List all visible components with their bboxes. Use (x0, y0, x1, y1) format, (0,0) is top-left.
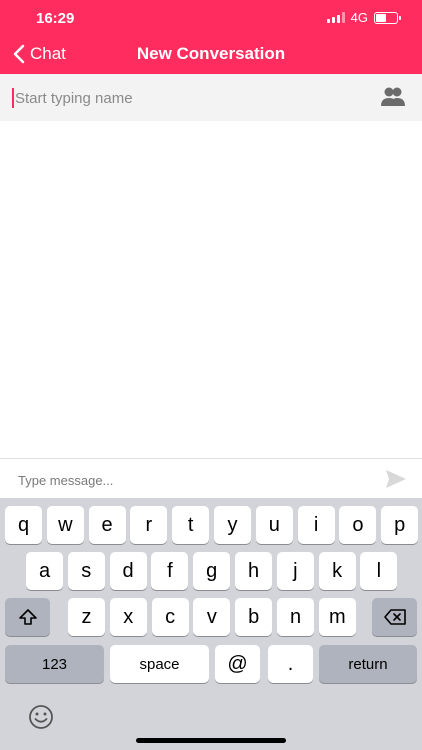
key-t[interactable]: t (172, 506, 210, 544)
key-l[interactable]: l (360, 552, 398, 590)
key-i[interactable]: i (297, 506, 335, 544)
key-y[interactable]: y (214, 506, 251, 544)
return-key[interactable]: return (319, 645, 417, 683)
key-g[interactable]: g (193, 552, 231, 590)
network-label: 4G (350, 10, 368, 25)
key-w[interactable]: w (46, 506, 84, 544)
key-r[interactable]: r (130, 506, 168, 544)
key-u[interactable]: u (255, 506, 293, 544)
key-m[interactable]: m (318, 598, 356, 636)
message-bar (0, 458, 422, 499)
key-a[interactable]: a (26, 552, 63, 590)
key-h[interactable]: h (235, 552, 272, 590)
backspace-icon (383, 609, 406, 625)
key-v[interactable]: v (193, 598, 231, 636)
status-time: 16:29 (36, 10, 75, 27)
numbers-key[interactable]: 123 (5, 645, 104, 683)
message-input[interactable] (16, 469, 360, 491)
emoji-icon[interactable] (28, 704, 54, 730)
key-x[interactable]: x (109, 598, 147, 636)
key-d[interactable]: d (109, 552, 147, 590)
shift-key[interactable] (5, 598, 50, 636)
key-e[interactable]: e (88, 506, 126, 544)
key-k[interactable]: k (318, 552, 356, 590)
key-f[interactable]: f (151, 552, 189, 590)
key-p[interactable]: p (381, 506, 419, 544)
key-s[interactable]: s (67, 552, 105, 590)
at-key[interactable]: @ (215, 645, 260, 683)
home-indicator (136, 738, 286, 743)
status-indicators: 4G (326, 10, 401, 25)
contacts-icon[interactable] (380, 86, 406, 108)
space-key[interactable]: space (110, 645, 209, 683)
page-title: New Conversation (136, 44, 286, 63)
shift-icon (18, 609, 37, 625)
backspace-key[interactable] (372, 598, 417, 636)
recipient-search-row (0, 74, 422, 121)
header: 16:29 4G Chat New Conversation (0, 0, 422, 74)
battery-icon (374, 11, 401, 24)
key-q[interactable]: q (5, 506, 42, 544)
key-b[interactable]: b (235, 598, 273, 636)
key-n[interactable]: n (277, 598, 314, 636)
key-c[interactable]: c (151, 598, 189, 636)
dot-key[interactable]: . (268, 645, 313, 683)
key-o[interactable]: o (339, 506, 377, 544)
recipient-search-input[interactable] (13, 84, 357, 112)
key-j[interactable]: j (276, 552, 314, 590)
key-z[interactable]: z (68, 598, 105, 636)
signal-icon (326, 12, 345, 23)
send-icon[interactable] (384, 468, 408, 490)
